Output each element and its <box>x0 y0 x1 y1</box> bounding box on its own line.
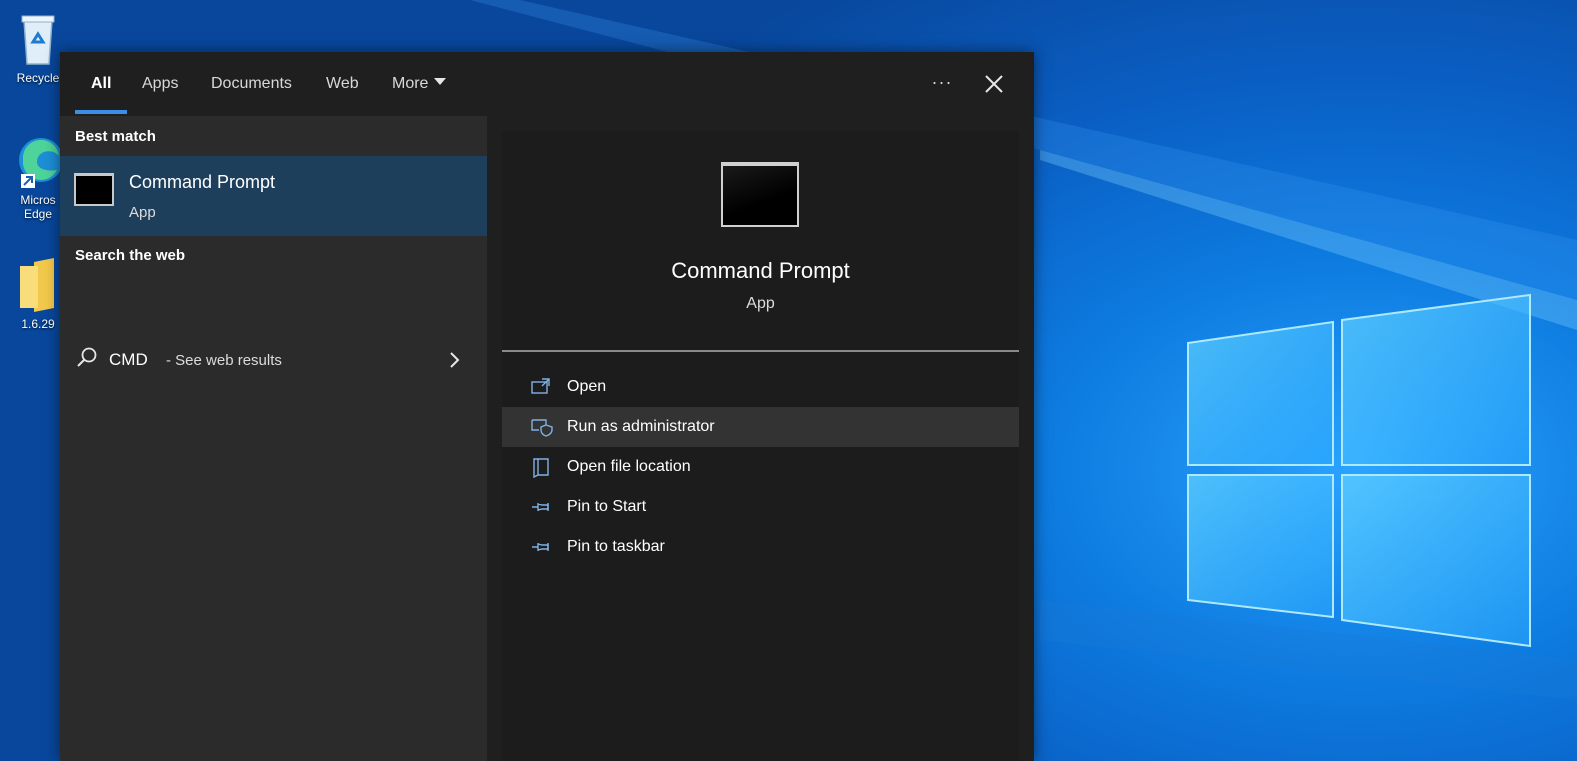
action-pin-to-taskbar[interactable]: Pin to taskbar <box>502 527 1019 567</box>
desktop-icon-folder[interactable]: 1.6.29 <box>8 258 68 331</box>
more-options-button[interactable]: ··· <box>930 70 954 98</box>
tab-all[interactable]: All <box>75 52 128 116</box>
desktop-icon-label: 1.6.29 <box>21 317 55 331</box>
tab-apps[interactable]: Apps <box>142 52 178 116</box>
search-icon <box>76 346 98 375</box>
desktop-icon-recycle-bin[interactable]: Recycle <box>8 12 68 85</box>
open-icon <box>530 377 552 402</box>
web-query-text: CMD <box>109 350 148 369</box>
tab-more[interactable]: More <box>392 52 447 116</box>
close-button[interactable] <box>982 70 1006 98</box>
preview-pane: Command Prompt App Open Run as administr… <box>502 131 1019 761</box>
best-match-command-prompt[interactable]: Command Prompt App <box>60 156 487 236</box>
close-icon <box>985 75 1003 93</box>
preview-title: Command Prompt <box>671 258 850 283</box>
action-pin-to-start[interactable]: Pin to Start <box>502 487 1019 527</box>
tab-label: Apps <box>142 75 179 92</box>
action-label: Pin to Start <box>567 498 647 515</box>
tab-label: More <box>392 75 429 92</box>
desktop-icon-label: Micros Edge <box>20 193 56 221</box>
pin-icon <box>530 537 552 562</box>
action-label: Run as administrator <box>567 418 715 435</box>
file-location-icon <box>530 457 552 484</box>
tab-label: Web <box>326 75 359 92</box>
preview-subtitle: App <box>746 295 775 312</box>
result-subtitle: App <box>129 204 156 221</box>
desktop-icon-label: Recycle <box>16 71 60 85</box>
desktop-icon-edge[interactable]: Micros Edge <box>8 130 68 221</box>
tab-documents[interactable]: Documents <box>211 52 292 116</box>
command-prompt-icon <box>74 173 114 206</box>
best-match-header: Best match <box>75 128 156 145</box>
chevron-down-icon <box>434 78 447 85</box>
windows-search-panel: All Apps Documents Web More ··· Best mat… <box>60 52 1034 761</box>
action-label: Open <box>567 378 607 395</box>
search-filter-tabs: All Apps Documents Web More ··· <box>60 52 1034 116</box>
action-label: Pin to taskbar <box>567 538 665 555</box>
action-open-file-location[interactable]: Open file location <box>502 447 1019 487</box>
tab-label: Documents <box>211 75 292 92</box>
microsoft-edge-icon <box>8 130 68 191</box>
action-run-as-administrator[interactable]: Run as administrator <box>502 407 1019 447</box>
action-open[interactable]: Open <box>502 367 1019 407</box>
chevron-right-icon <box>448 348 462 377</box>
folder-icon <box>8 258 68 315</box>
run-as-admin-icon <box>530 417 554 442</box>
command-prompt-large-icon <box>721 162 799 227</box>
web-results-link-text: - See web results <box>166 352 282 369</box>
result-title: Command Prompt <box>129 172 276 192</box>
tab-web[interactable]: Web <box>326 52 359 116</box>
action-label: Open file location <box>567 458 691 475</box>
tab-label: All <box>91 75 112 92</box>
active-tab-indicator <box>75 110 128 114</box>
recycle-bin-icon <box>8 12 68 69</box>
divider <box>502 350 1019 352</box>
web-search-header: Search the web <box>75 247 186 264</box>
web-search-result[interactable]: CMD - See web results <box>60 338 487 382</box>
results-list: Best match Command Prompt App Search the… <box>60 116 487 761</box>
pin-icon <box>530 497 552 522</box>
